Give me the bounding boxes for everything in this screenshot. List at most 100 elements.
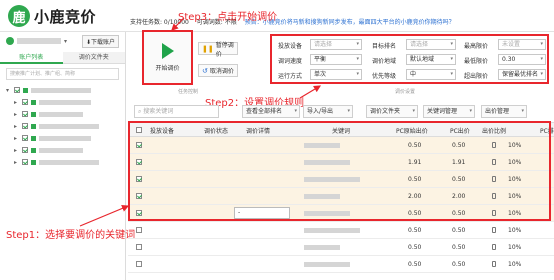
col-bid-detail[interactable]: 调价详情	[246, 126, 270, 135]
chevron-down-icon: ▾	[347, 108, 350, 114]
expand-toggle-icon[interactable]: ▸	[14, 147, 22, 154]
pc-bid-cell[interactable]: 2.00	[452, 193, 465, 200]
keyword-search-input[interactable]: ⌕ 搜索关键词	[134, 105, 219, 118]
expand-toggle-icon[interactable]: ▸	[14, 111, 22, 118]
pc-original-bid-cell[interactable]: 0.50	[408, 227, 421, 234]
chevron-down-icon: ▾	[450, 71, 453, 77]
tree-item[interactable]: ▸	[6, 144, 125, 156]
keyword-manage-label: 关键词管理	[427, 108, 458, 115]
setting-label: 优先等级	[372, 73, 397, 80]
row-checkbox[interactable]	[136, 193, 142, 199]
row-checkbox[interactable]	[136, 210, 142, 216]
setting-select[interactable]: 中 ▾	[406, 69, 456, 80]
table-row[interactable]: 0.50 0.50 10%	[128, 256, 554, 273]
tree-item[interactable]: ▾	[6, 84, 125, 96]
settings-row: 调词速度 平衡 ▾ 调价地域 默认地域 ▾ 最低限价 0.30 ▾	[272, 53, 547, 66]
table-row[interactable]: 0.50 0.50 10%	[128, 222, 554, 239]
col-bid-ratio[interactable]: 出价比例	[482, 126, 506, 135]
row-checkbox[interactable]	[136, 176, 142, 182]
pc-original-bid-cell[interactable]: 1.91	[408, 159, 421, 166]
pc-original-bid-cell[interactable]: 0.50	[408, 244, 421, 251]
expand-toggle-icon[interactable]: ▸	[14, 123, 22, 130]
row-checkbox[interactable]	[136, 261, 142, 267]
setting-select[interactable]: 默认地域 ▾	[406, 54, 456, 65]
select-all-checkbox[interactable]	[136, 127, 142, 133]
start-bid-button[interactable]: 开始调价	[142, 30, 193, 85]
bid-ratio-cell: 10%	[508, 142, 522, 149]
tree-checkbox[interactable]	[14, 87, 20, 93]
pc-bid-cell[interactable]: 0.50	[452, 227, 465, 234]
pc-bid-cell[interactable]: 0.50	[452, 142, 465, 149]
tree-checkbox[interactable]	[22, 123, 28, 129]
table-row[interactable]: - 0.50 0.50 10%	[128, 205, 554, 222]
pc-original-bid-cell[interactable]: 0.50	[408, 176, 421, 183]
setting-select[interactable]: 未设置 ▾	[498, 39, 546, 50]
tab-bid-folder[interactable]: 调价文件夹	[62, 52, 125, 64]
pc-original-bid-cell[interactable]: 0.50	[408, 261, 421, 268]
table-row[interactable]: 0.50 0.50 10%	[128, 171, 554, 188]
col-bid-status[interactable]: 调价状态	[204, 126, 228, 135]
pc-original-bid-cell[interactable]: 2.00	[408, 193, 421, 200]
tree-item[interactable]: ▸	[6, 156, 125, 168]
setting-select[interactable]: 请选择 ▾	[406, 39, 456, 50]
expand-toggle-icon[interactable]: ▸	[14, 99, 22, 106]
pc-original-bid-cell[interactable]: 0.50	[408, 142, 421, 149]
col-pc-rank[interactable]: PC排	[540, 126, 554, 135]
account-selector[interactable]: ▾ ⬇下载账户	[0, 32, 125, 50]
bid-detail-cell[interactable]: -	[234, 207, 290, 219]
tree-checkbox[interactable]	[22, 147, 28, 153]
table-row[interactable]: 0.50 0.50 10%	[128, 137, 554, 154]
row-checkbox[interactable]	[136, 227, 142, 233]
chevron-down-icon[interactable]: ▾	[64, 38, 67, 45]
tab-account-list[interactable]: 账户列表	[0, 52, 63, 64]
plan-search-input[interactable]: 搜索推广计划、推广组、简称	[6, 68, 119, 80]
setting-select[interactable]: 平衡 ▾	[310, 54, 362, 65]
chevron-down-icon: ▾	[356, 56, 359, 62]
cancel-bid-button[interactable]: ↺ 取消调价	[198, 64, 238, 77]
pause-bid-button[interactable]: ❚❚ 暂停调价	[198, 42, 238, 58]
row-checkbox[interactable]	[136, 244, 142, 250]
expand-toggle-icon[interactable]: ▾	[6, 87, 14, 94]
row-checkbox[interactable]	[136, 159, 142, 165]
bid-folder-dropdown[interactable]: 调价文件夹 ▾	[366, 105, 418, 118]
col-device[interactable]: 投放设备	[150, 126, 174, 135]
pc-bid-cell[interactable]: 0.50	[452, 210, 465, 217]
col-keyword[interactable]: 关键词	[332, 126, 350, 135]
table-row[interactable]: 2.00 2.00 10%	[128, 188, 554, 205]
tree-item[interactable]: ▸	[6, 108, 125, 120]
setting-select[interactable]: 保留最优排名 ▾	[498, 69, 546, 80]
tree-item[interactable]: ▸	[6, 132, 125, 144]
table-header: 投放设备 调价状态 调价详情 关键词 PC原始出价 PC出价 出价比例 PC排	[128, 123, 554, 137]
pc-bid-cell[interactable]: 1.91	[452, 159, 465, 166]
expand-toggle-icon[interactable]: ▸	[14, 159, 22, 166]
setting-select[interactable]: 单次 ▾	[310, 69, 362, 80]
keyword-manage-dropdown[interactable]: 关键词管理 ▾	[423, 105, 475, 118]
bid-manage-dropdown[interactable]: 出价管理 ▾	[481, 105, 527, 118]
table-row[interactable]: 1.91 1.91 10%	[128, 154, 554, 171]
tree-item[interactable]: ▸	[6, 120, 125, 132]
pc-bid-cell[interactable]: 0.50	[452, 244, 465, 251]
tree-checkbox[interactable]	[22, 159, 28, 165]
chevron-down-icon: ▾	[540, 71, 543, 77]
import-export-dropdown[interactable]: 导入/导出 ▾	[303, 105, 353, 118]
col-pc-bid[interactable]: PC出价	[450, 126, 470, 135]
view-all-ranking-dropdown[interactable]: 查看全部排名 ▾	[242, 105, 300, 118]
keyword-blurred	[304, 211, 350, 216]
pc-bid-cell[interactable]: 0.50	[452, 176, 465, 183]
tree-checkbox[interactable]	[22, 99, 28, 105]
tree-checkbox[interactable]	[22, 111, 28, 117]
col-pc-original-bid[interactable]: PC原始出价	[396, 126, 428, 135]
table-row[interactable]: 0.50 0.50 10%	[128, 239, 554, 256]
expand-toggle-icon[interactable]: ▸	[14, 135, 22, 142]
pc-original-bid-cell[interactable]: 0.50	[408, 210, 421, 217]
setting-select[interactable]: 0.30 ▾	[498, 54, 546, 65]
tree-item[interactable]: ▸	[6, 96, 125, 108]
tree-checkbox[interactable]	[22, 135, 28, 141]
setting-select[interactable]: 请选择 ▾	[310, 39, 362, 50]
download-account-button[interactable]: ⬇下载账户	[81, 34, 119, 48]
bid-ratio-cell: 10%	[508, 261, 522, 268]
pc-bid-cell[interactable]: 0.50	[452, 261, 465, 268]
device-icon	[492, 142, 496, 148]
device-icon	[492, 244, 496, 250]
row-checkbox[interactable]	[136, 142, 142, 148]
